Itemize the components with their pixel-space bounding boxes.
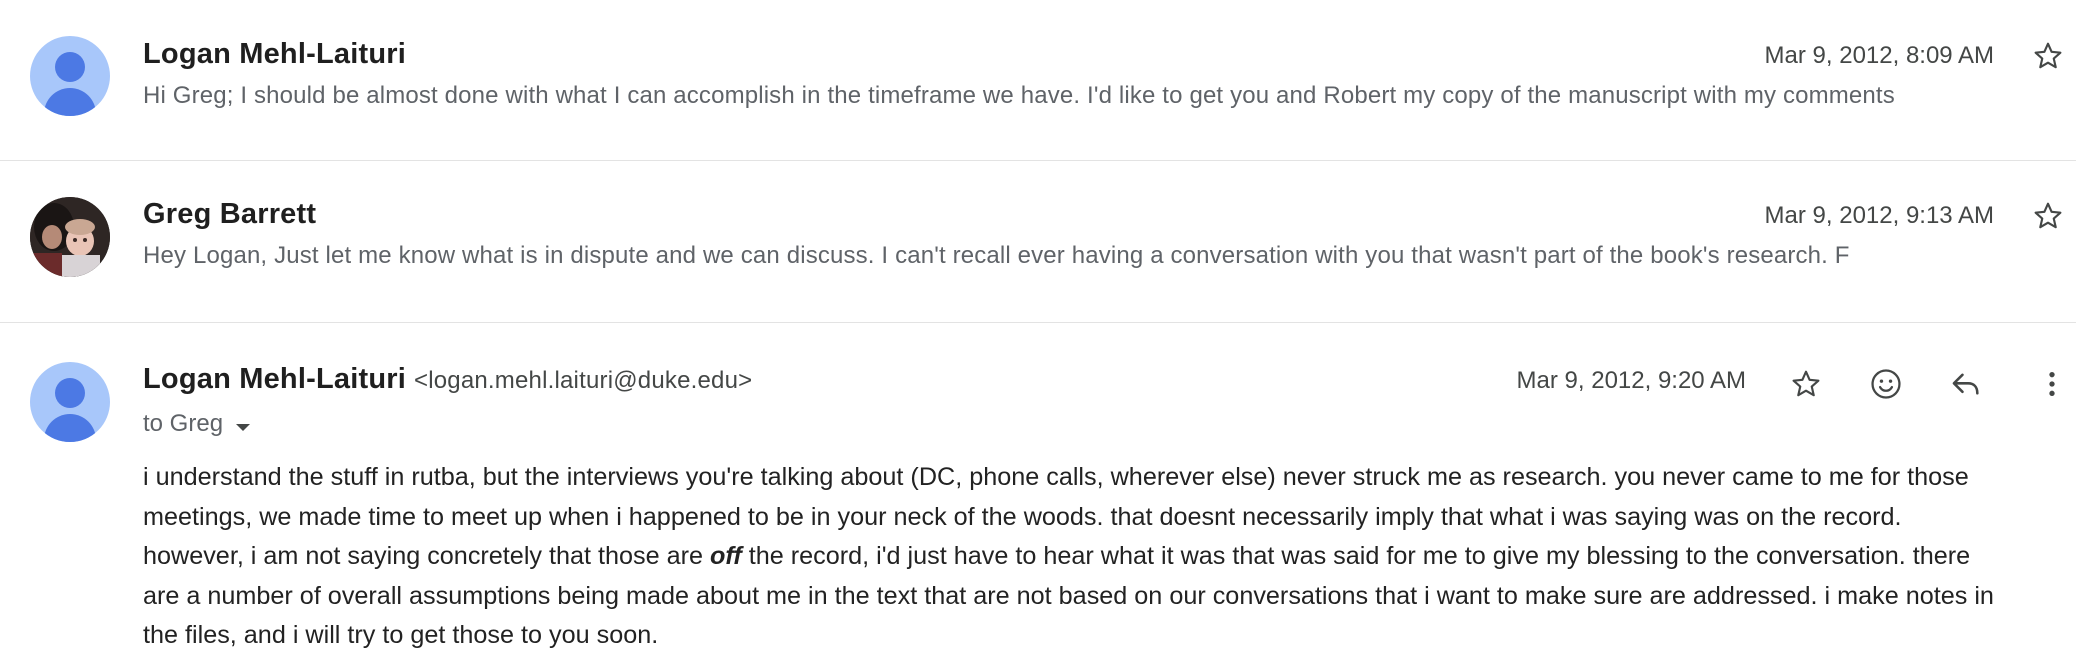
- reply-icon[interactable]: [1944, 362, 1988, 406]
- person-icon-body: [44, 88, 96, 116]
- sender-name: Logan Mehl-Laituri: [143, 38, 406, 70]
- avatar-photo-image: [30, 197, 110, 277]
- body-line-5: the files, and i will try to get those t…: [143, 621, 659, 649]
- message-snippet: Hey Logan, Just let me know what is in d…: [143, 242, 1850, 269]
- body-line-2: meetings, we made time to meet up when i…: [143, 502, 1902, 531]
- star-icon[interactable]: [2026, 194, 2070, 238]
- body-line-4: are a number of overall assumptions bein…: [143, 581, 1994, 610]
- more-vert-icon[interactable]: [2030, 362, 2074, 406]
- message-snippet: Hi Greg; I should be almost done with wh…: [143, 82, 1895, 109]
- sender-avatar-photo: [30, 197, 110, 277]
- message-collapsed-1[interactable]: Logan Mehl-Laituri Hi Greg; I should be …: [0, 0, 2076, 161]
- body-emphasis: off: [710, 542, 742, 570]
- recipients-details-toggle[interactable]: to Greg: [143, 408, 251, 440]
- person-icon-head: [55, 52, 85, 82]
- star-icon[interactable]: [2026, 34, 2070, 78]
- sender-avatar: [30, 362, 110, 442]
- body-line-3: however, i am not saying concretely that…: [143, 537, 2076, 577]
- sender-name: Greg Barrett: [143, 198, 317, 230]
- message-expanded-3: Logan Mehl-Laituri <logan.mehl.laituri@du…: [0, 322, 2076, 672]
- body-line-1: i understand the stuff in rutba, but the…: [143, 463, 1969, 491]
- body-line-3-end: the record, i'd just have to hear what i…: [741, 542, 1971, 570]
- sender-avatar: [30, 36, 110, 116]
- emoji-icon[interactable]: [1864, 362, 1908, 406]
- message-collapsed-2[interactable]: Greg Barrett Hey Logan, Just let me know…: [0, 160, 2076, 323]
- sender-email: <logan.mehl.laituri@duke.edu>: [413, 367, 753, 394]
- dropdown-caret-icon[interactable]: [235, 412, 251, 440]
- message-date: Mar 9, 2012, 8:09 AM: [1764, 42, 1994, 69]
- message-body: i understand the stuff in rutba, but the…: [143, 458, 2076, 656]
- person-icon-head: [55, 378, 85, 408]
- person-icon-body: [44, 414, 96, 442]
- sender-name: Logan Mehl-Laituri <logan.mehl.laituri@du…: [143, 363, 752, 396]
- message-date: Mar 9, 2012, 9:13 AM: [1764, 202, 1994, 229]
- body-line-3-start: however, i am not saying concretely that…: [143, 542, 711, 570]
- recipients-text: to Greg: [143, 410, 224, 437]
- sender-name-text: Logan Mehl-Laituri: [143, 363, 406, 395]
- star-icon[interactable]: [1784, 362, 1828, 406]
- message-date: Mar 9, 2012, 9:20 AM: [1516, 367, 1746, 394]
